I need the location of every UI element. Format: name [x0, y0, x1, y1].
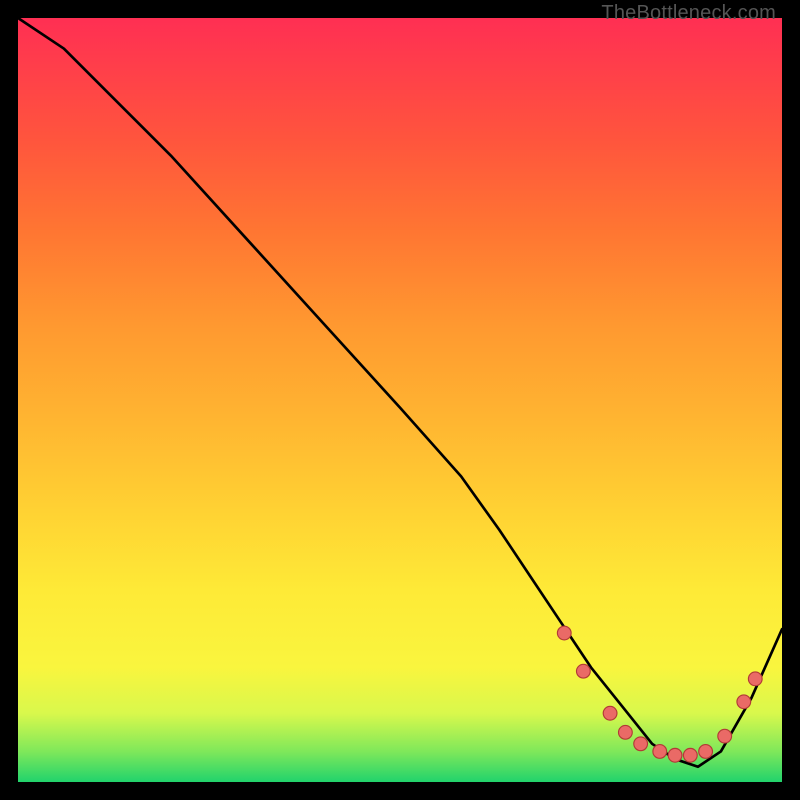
- watermark-text: TheBottleneck.com: [601, 2, 776, 25]
- chart-container: TheBottleneck.com: [0, 0, 800, 800]
- plot-gradient-background: [18, 18, 782, 782]
